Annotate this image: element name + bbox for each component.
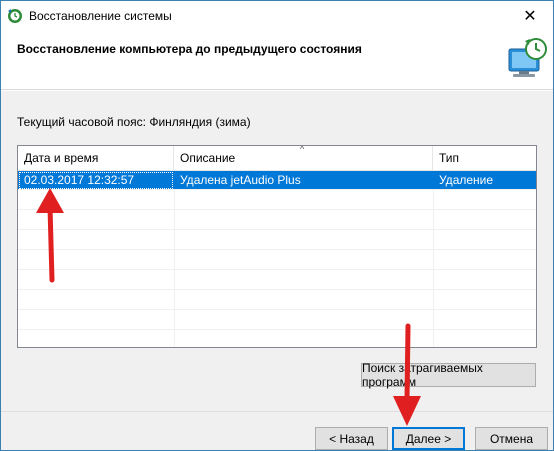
wizard-content: Текущий часовой пояс: Финляндия (зима) Д… — [1, 91, 553, 411]
close-icon: ✕ — [523, 8, 537, 25]
scan-affected-programs-button[interactable]: Поиск затрагиваемых программ — [361, 361, 536, 389]
table-row[interactable]: 02.03.2017 12:32:57 Удалена jetAudio Plu… — [18, 171, 536, 190]
sort-ascending-icon: ^ — [300, 145, 305, 154]
table-row-empty — [18, 291, 536, 310]
table-row-empty — [18, 191, 536, 210]
system-restore-window: Восстановление системы ✕ Восстановление … — [0, 0, 554, 451]
next-button[interactable]: Далее > — [392, 427, 465, 450]
row-date: 02.03.2017 12:32:57 — [18, 171, 174, 190]
page-title: Восстановление компьютера до предыдущего… — [17, 42, 362, 56]
close-button[interactable]: ✕ — [507, 1, 553, 31]
window-title: Восстановление системы — [29, 9, 172, 23]
back-button[interactable]: < Назад — [315, 427, 388, 450]
title-bar: Восстановление системы ✕ — [1, 1, 553, 31]
table-row-empty — [18, 251, 536, 270]
table-header: Дата и время Описание ^ Тип — [18, 146, 536, 171]
table-row-empty — [18, 211, 536, 230]
column-header-type[interactable]: Тип — [433, 146, 536, 171]
restore-points-table[interactable]: Дата и время Описание ^ Тип 02.03.2017 1… — [17, 145, 537, 348]
table-row-empty — [18, 331, 536, 347]
wizard-header: Восстановление компьютера до предыдущего… — [1, 31, 553, 90]
row-description: Удалена jetAudio Plus — [180, 173, 301, 187]
row-type: Удаление — [439, 173, 494, 187]
wizard-footer: < Назад Далее > Отмена — [1, 411, 553, 450]
timezone-label: Текущий часовой пояс: Финляндия (зима) — [17, 115, 251, 129]
column-header-date[interactable]: Дата и время — [18, 146, 174, 171]
system-restore-icon — [8, 9, 22, 23]
table-row-empty — [18, 271, 536, 290]
cancel-button[interactable]: Отмена — [475, 427, 548, 450]
restore-computer-icon — [508, 38, 547, 77]
table-row-empty — [18, 311, 536, 330]
table-row-empty — [18, 231, 536, 250]
